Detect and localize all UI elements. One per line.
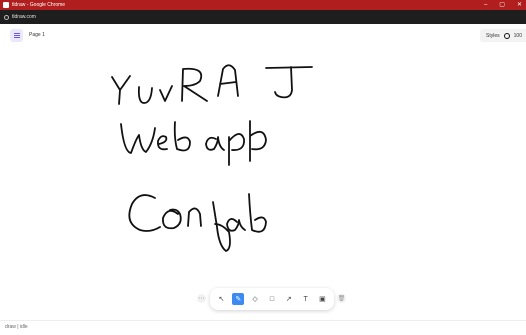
zoom-level[interactable]: 100 (514, 33, 522, 39)
more-options-button[interactable]: ⋯ (197, 294, 206, 303)
stroke-W (120, 123, 156, 154)
close-button[interactable]: ✕ (517, 0, 522, 10)
color-dot-icon (503, 32, 510, 39)
arrow-tool-button[interactable]: ↗ (283, 293, 295, 305)
window-title: tldraw - Google Chrome (12, 2, 66, 8)
status-bar: draw | idle (0, 320, 526, 335)
eraser-tool-button[interactable]: ◇ (249, 293, 261, 305)
stroke-R (181, 67, 208, 102)
select-tool-button[interactable]: ↖ (215, 293, 227, 305)
minimize-button[interactable]: – (484, 0, 487, 10)
delete-button[interactable]: 🗑 (337, 294, 346, 303)
stroke-b2 (248, 193, 267, 233)
stroke-J (265, 66, 313, 99)
stroke-A (217, 64, 239, 97)
browser-titlebar: tldraw - Google Chrome – ▢ ✕ (0, 0, 526, 10)
tool-bar: ↖ ✎ ◇ □ ↗ T ▣ (210, 288, 334, 310)
stroke-V (159, 85, 173, 102)
status-text: draw | idle (5, 324, 28, 330)
tldraw-favicon-icon (3, 2, 9, 8)
sticky-note-tool-button[interactable]: ▣ (316, 293, 328, 305)
styles-panel-button[interactable]: Styles 100 (480, 29, 526, 42)
main-menu-button[interactable] (10, 29, 23, 42)
stroke-a2 (226, 218, 246, 232)
stroke-a (205, 136, 225, 151)
address-bar[interactable]: tldraw.com (0, 10, 526, 24)
hamburger-icon (13, 35, 20, 36)
stroke-C (128, 194, 161, 232)
stroke-p1 (228, 133, 245, 166)
stroke-e (157, 135, 168, 151)
page-menu[interactable]: Page 1 (29, 32, 45, 38)
stroke-p2 (249, 120, 267, 162)
stroke-Y (111, 75, 131, 105)
rectangle-tool-button[interactable]: □ (266, 293, 278, 305)
stroke-U (137, 86, 153, 104)
stroke-n (187, 207, 202, 227)
handwritten-drawing (111, 64, 313, 252)
draw-tool-button[interactable]: ✎ (232, 293, 245, 305)
url-text[interactable]: tldraw.com (12, 14, 36, 20)
text-tool-button[interactable]: T (300, 293, 312, 305)
stroke-b (173, 121, 191, 152)
site-info-icon[interactable] (4, 14, 9, 20)
styles-label: Styles (486, 32, 500, 39)
stroke-o (162, 208, 182, 230)
maximize-button[interactable]: ▢ (499, 0, 505, 10)
